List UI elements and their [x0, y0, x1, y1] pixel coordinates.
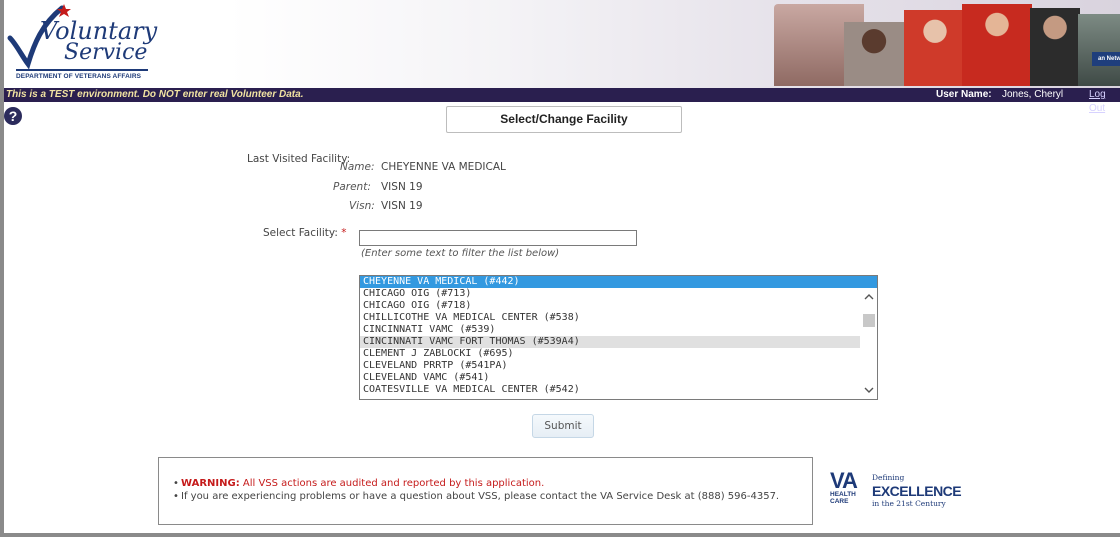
volunteers-banner-photo: an Netw	[774, 4, 1120, 86]
facility-option[interactable]: CINCINNATI VAMC (#539)	[360, 324, 860, 336]
app-frame: Voluntary Service DEPARTMENT OF VETERANS…	[0, 0, 1120, 537]
warning-text: All VSS actions are audited and reported…	[239, 478, 545, 489]
info-bar: This is a TEST environment. Do NOT enter…	[4, 88, 1120, 114]
last-visited-visn-value: VISN 19	[381, 200, 423, 212]
facility-filter-input[interactable]	[359, 230, 637, 246]
va-logo-mark: VA	[830, 468, 858, 493]
user-name-label: User Name:	[936, 89, 992, 100]
photo-volunteer-5	[1030, 8, 1080, 86]
va-health-care-logo: VA HEALTH CARE Defining EXCELLENCE in th…	[830, 468, 962, 510]
frame-bottom-edge	[0, 533, 1120, 537]
facility-option[interactable]: CHILLICOTHE VA MEDICAL CENTER (#538)	[360, 312, 860, 324]
facility-option[interactable]: CINCINNATI VAMC FORT THOMAS (#539A4)	[360, 336, 860, 348]
voluntary-service-logo: Voluntary Service DEPARTMENT OF VETERANS…	[6, 4, 158, 84]
bullet-icon: •	[173, 478, 179, 489]
va-logo-century: in the 21st Century	[872, 499, 946, 508]
select-facility-label-text: Select Facility:	[263, 227, 338, 239]
last-visited-parent-value: VISN 19	[381, 181, 423, 193]
warning-line: WARNING: All VSS actions are audited and…	[181, 478, 544, 489]
va-logo-health: HEALTH	[830, 491, 856, 498]
test-environment-message: This is a TEST environment. Do NOT enter…	[6, 89, 304, 100]
photo-volunteer-3	[904, 10, 966, 86]
last-visited-name-label: Name:	[340, 161, 375, 173]
header-banner: Voluntary Service DEPARTMENT OF VETERANS…	[4, 0, 1120, 88]
page-title: Select/Change Facility	[500, 112, 628, 126]
warning-label: WARNING:	[181, 478, 240, 489]
submit-button[interactable]: Submit	[532, 414, 594, 438]
facility-option[interactable]: CHEYENNE VA MEDICAL (#442)	[360, 276, 877, 288]
facility-option[interactable]: CHICAGO OIG (#713)	[360, 288, 860, 300]
last-visited-parent-label: Parent:	[333, 181, 371, 193]
facility-option[interactable]: CLEVELAND VAMC (#541)	[360, 372, 860, 384]
required-marker: *	[341, 227, 347, 239]
scrollbar-thumb[interactable]	[863, 314, 875, 327]
bullet-icon: •	[173, 491, 179, 502]
photo-volunteer-4	[962, 4, 1032, 86]
va-logo-excellence: EXCELLENCE	[872, 483, 962, 499]
logo-title-line2: Service	[64, 40, 148, 65]
contact-line: If you are experiencing problems or have…	[181, 491, 780, 502]
logo-divider	[16, 69, 148, 71]
page-title-box: Select/Change Facility	[446, 106, 682, 133]
photo-banner-text: an Netw	[1092, 52, 1120, 66]
help-icon[interactable]: ?	[4, 107, 22, 125]
facility-option[interactable]: COATESVILLE VA MEDICAL CENTER (#542)	[360, 384, 860, 396]
logo-title-line1: Voluntary	[40, 17, 158, 45]
va-logo-care: CARE	[830, 498, 849, 505]
facility-listbox[interactable]: CHEYENNE VA MEDICAL (#442) CHICAGO OIG (…	[359, 275, 878, 400]
photo-volunteer-2	[844, 22, 904, 86]
last-visited-name-value: CHEYENNE VA MEDICAL	[381, 161, 506, 173]
frame-left-edge	[0, 0, 4, 537]
user-name-value: Jones, Cheryl	[1002, 89, 1064, 100]
select-facility-label: Select Facility: *	[263, 227, 346, 239]
va-logo-defining: Defining	[872, 473, 905, 482]
facility-filter-hint: (Enter some text to filter the list belo…	[361, 248, 560, 259]
chevron-up-icon[interactable]	[864, 292, 874, 302]
logo-department: DEPARTMENT OF VETERANS AFFAIRS	[16, 73, 142, 80]
facility-option[interactable]: CLEMENT J ZABLOCKI (#695)	[360, 348, 860, 360]
last-visited-label: Last Visited Facility:	[247, 153, 351, 165]
listbox-scrollbar[interactable]	[861, 288, 877, 399]
last-visited-visn-label: Visn:	[349, 200, 375, 212]
facility-option[interactable]: CLEVELAND PRRTP (#541PA)	[360, 360, 860, 372]
facility-option[interactable]: CHICAGO OIG (#718)	[360, 300, 860, 312]
photo-volunteer-6	[1078, 14, 1120, 86]
logout-link[interactable]: Log Out	[1089, 88, 1120, 116]
notice-box: • WARNING: All VSS actions are audited a…	[158, 457, 813, 525]
chevron-down-icon[interactable]	[864, 385, 874, 395]
va-logo-health-care: HEALTH CARE	[830, 491, 856, 505]
